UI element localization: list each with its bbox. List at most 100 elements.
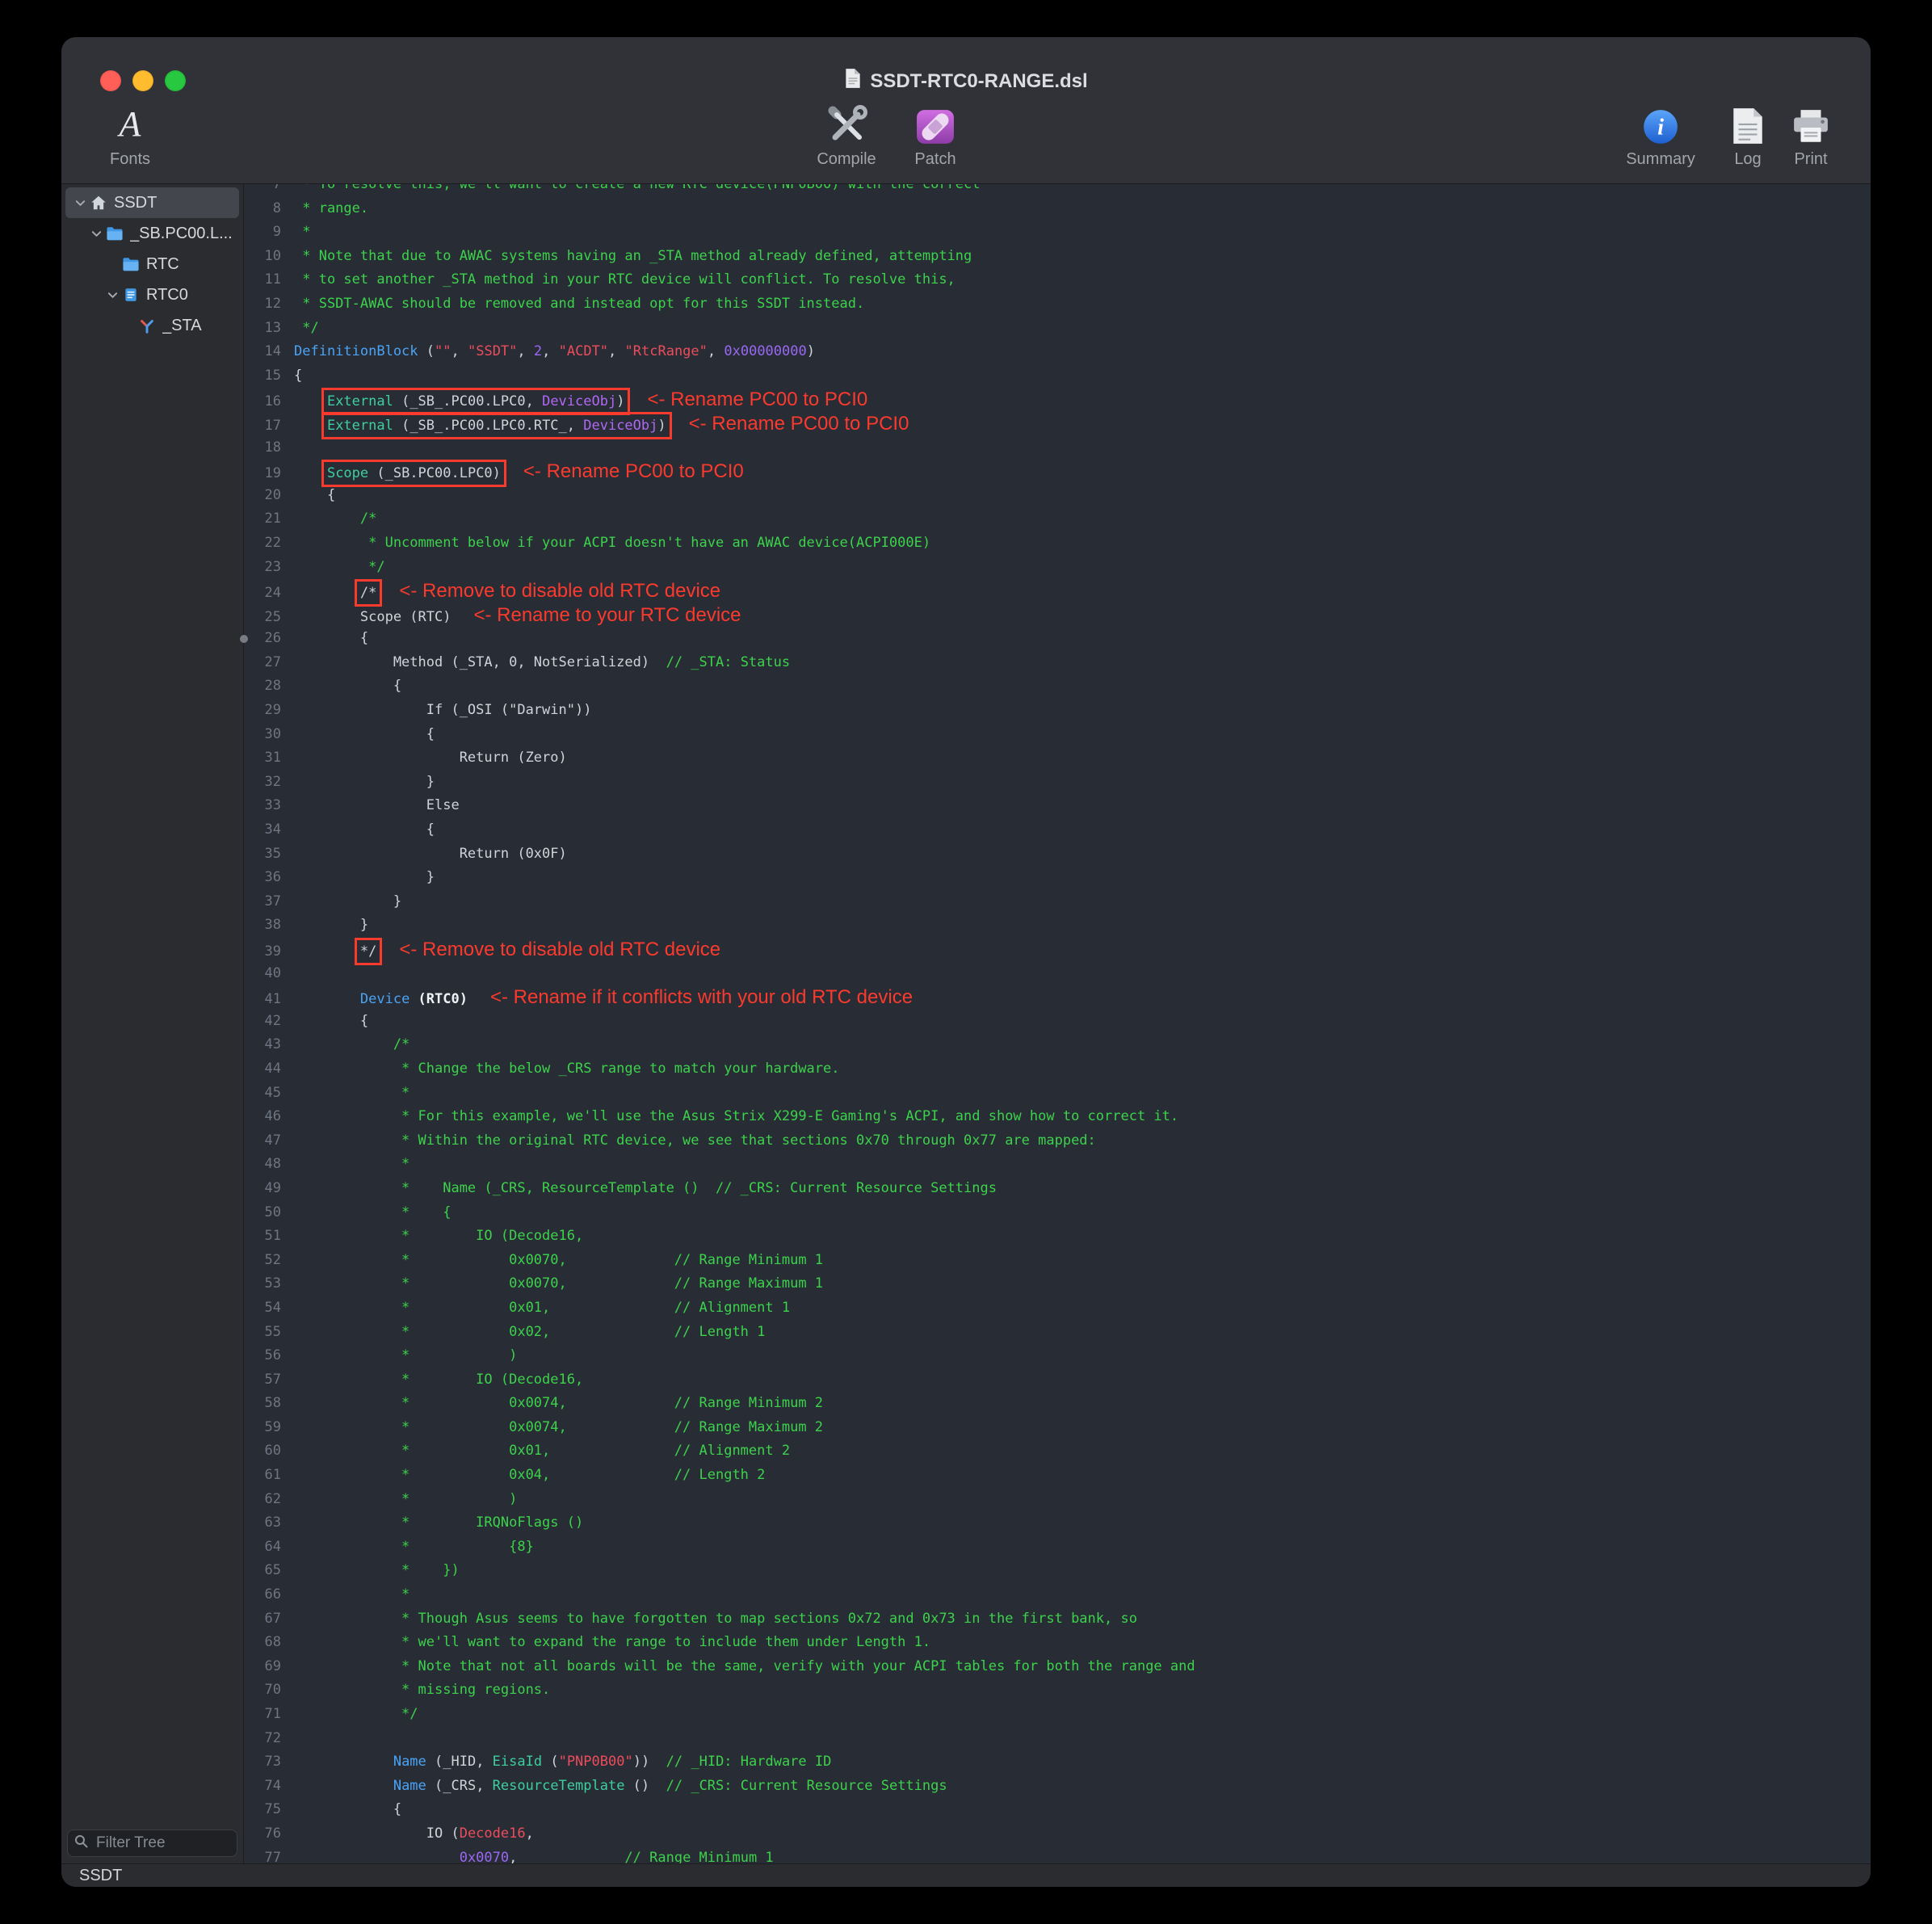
code-line[interactable]: 42 { (244, 1010, 1871, 1034)
code-line[interactable]: 58 * 0x0074, // Range Minimum 2 (244, 1392, 1871, 1416)
code-line[interactable]: 39 */<- Remove to disable old RTC device (244, 938, 1871, 962)
chevron-down-icon[interactable] (72, 197, 88, 209)
code-line[interactable]: 46 * For this example, we'll use the Asu… (244, 1105, 1871, 1129)
code-line[interactable]: 38 } (244, 914, 1871, 938)
splitter-handle[interactable] (240, 635, 248, 643)
code-line[interactable]: 20 { (244, 484, 1871, 508)
line-number: 21 (244, 507, 294, 531)
code-line[interactable]: 36 } (244, 866, 1871, 890)
code-line[interactable]: 49 * Name (_CRS, ResourceTemplate () // … (244, 1177, 1871, 1201)
code-line[interactable]: 64 * {8} (244, 1535, 1871, 1560)
code-line[interactable]: 77 0x0070, // Range Minimum 1 (244, 1846, 1871, 1863)
line-number: 11 (244, 268, 294, 292)
code-line[interactable]: 53 * 0x0070, // Range Maximum 1 (244, 1272, 1871, 1296)
code-line[interactable]: 30 { (244, 723, 1871, 747)
code-line[interactable]: 60 * 0x01, // Alignment 2 (244, 1439, 1871, 1464)
code-line[interactable]: 66 * (244, 1583, 1871, 1607)
code-line[interactable]: 34 { (244, 818, 1871, 842)
code-line[interactable]: 40 (244, 962, 1871, 986)
code-line[interactable]: 43 /* (244, 1033, 1871, 1057)
code-line[interactable]: 14DefinitionBlock ("", "SSDT", 2, "ACDT"… (244, 340, 1871, 364)
code-line[interactable]: 31 Return (Zero) (244, 746, 1871, 771)
code-segment: // _HID: Hardware ID (666, 1754, 832, 1770)
code-line[interactable]: 59 * 0x0074, // Range Maximum 2 (244, 1416, 1871, 1440)
code-line[interactable]: 28 { (244, 674, 1871, 699)
code-line[interactable]: 75 { (244, 1798, 1871, 1822)
sidebar-item-ssdt[interactable]: SSDT (65, 187, 239, 218)
code-line[interactable]: 48 * (244, 1153, 1871, 1177)
code-line[interactable]: 25 Scope (RTC)<- Rename to your RTC devi… (244, 603, 1871, 628)
code-line[interactable]: 15{ (244, 364, 1871, 389)
code-line[interactable]: 50 * { (244, 1201, 1871, 1225)
code-line[interactable]: 23 */ (244, 556, 1871, 580)
code-segment: (_HID, (426, 1754, 493, 1770)
code-line[interactable]: 52 * 0x0070, // Range Minimum 1 (244, 1249, 1871, 1273)
sidebar-item-rtc0[interactable]: RTC0 (65, 279, 239, 310)
code-line[interactable]: 16 External (_SB_.PC00.LPC0, DeviceObj)<… (244, 388, 1871, 412)
code-line[interactable]: 32 } (244, 771, 1871, 795)
chevron-down-icon[interactable] (88, 228, 104, 240)
code-line[interactable]: 21 /* (244, 507, 1871, 531)
line-number: 23 (244, 556, 294, 580)
code-line[interactable]: 45 * (244, 1082, 1871, 1106)
code-line[interactable]: 24 /*<- Remove to disable old RTC device (244, 579, 1871, 603)
code-line[interactable]: 76 IO (Decode16, (244, 1822, 1871, 1846)
code-segment: * {8} (294, 1539, 534, 1555)
code-line[interactable]: 7 * To resolve this, we'll want to creat… (244, 184, 1871, 197)
code-line[interactable]: 29 If (_OSI ("Darwin")) (244, 699, 1871, 723)
code-line[interactable]: 55 * 0x02, // Length 1 (244, 1321, 1871, 1345)
code-line[interactable]: 54 * 0x01, // Alignment 1 (244, 1296, 1871, 1321)
filter-tree-input[interactable] (94, 1834, 230, 1853)
code-line[interactable]: 22 * Uncomment below if your ACPI doesn'… (244, 531, 1871, 556)
code-segment: 0x0070 (460, 1850, 509, 1863)
code-line[interactable]: 72 (244, 1727, 1871, 1751)
fonts-button[interactable]: A Fonts (74, 100, 187, 169)
line-number: 37 (244, 890, 294, 914)
code-line[interactable]: 68 * we'll want to expand the range to i… (244, 1631, 1871, 1655)
code-editor[interactable]: 7 * To resolve this, we'll want to creat… (244, 184, 1871, 1863)
code-line[interactable]: 8 * range. (244, 197, 1871, 221)
code-line[interactable]: 65 * }) (244, 1559, 1871, 1583)
code-line[interactable]: 9 * (244, 221, 1871, 245)
code-line[interactable]: 35 Return (0x0F) (244, 842, 1871, 867)
code-line[interactable]: 44 * Change the below _CRS range to matc… (244, 1057, 1871, 1082)
code-line[interactable]: 61 * 0x04, // Length 2 (244, 1464, 1871, 1488)
code-line[interactable]: 12 * SSDT-AWAC should be removed and ins… (244, 292, 1871, 317)
code-segment: Else (294, 797, 460, 813)
code-line[interactable]: 11 * to set another _STA method in your … (244, 268, 1871, 292)
chevron-down-icon[interactable] (104, 289, 120, 301)
print-button[interactable]: Print (1754, 100, 1867, 169)
sidebar-item-rtc[interactable]: RTC (65, 249, 239, 279)
code-line[interactable]: 37 } (244, 890, 1871, 914)
code-segment: () (624, 1778, 666, 1794)
code-line[interactable]: 18 (244, 436, 1871, 460)
code-segment: External (327, 393, 393, 410)
code-line[interactable]: 27 Method (_STA, 0, NotSerialized) // _S… (244, 651, 1871, 675)
code-line[interactable]: 69 * Note that not all boards will be th… (244, 1655, 1871, 1679)
filter-field[interactable] (67, 1829, 237, 1857)
code-line[interactable]: 10 * Note that due to AWAC systems havin… (244, 245, 1871, 269)
code-line[interactable]: 41 Device (RTC0)<- Rename if it conflict… (244, 985, 1871, 1010)
code-line[interactable]: 33 Else (244, 794, 1871, 818)
code-line[interactable]: 47 * Within the original RTC device, we … (244, 1129, 1871, 1153)
code-line[interactable]: 63 * IRQNoFlags () (244, 1511, 1871, 1535)
code-line[interactable]: 13 */ (244, 317, 1871, 341)
code-line[interactable]: 51 * IO (Decode16, (244, 1225, 1871, 1249)
code-segment: Scope (327, 465, 368, 481)
patch-button[interactable]: Patch (879, 100, 992, 169)
code-line[interactable]: 70 * missing regions. (244, 1678, 1871, 1703)
code-line[interactable]: 74 Name (_CRS, ResourceTemplate () // _C… (244, 1775, 1871, 1799)
code-line[interactable]: 67 * Though Asus seems to have forgotten… (244, 1607, 1871, 1632)
code-line[interactable]: 57 * IO (Decode16, (244, 1368, 1871, 1393)
code-line[interactable]: 62 * ) (244, 1488, 1871, 1512)
code-line[interactable]: 71 */ (244, 1703, 1871, 1727)
code-line[interactable]: 19 Scope (_SB.PC00.LPC0)<- Rename PC00 t… (244, 460, 1871, 484)
code-line[interactable]: 17 External (_SB_.PC00.LPC0.RTC_, Device… (244, 412, 1871, 436)
code-segment: (_CRS, (426, 1778, 493, 1794)
sidebar-item-sta[interactable]: _STA (65, 310, 239, 341)
code-segment: * 0x01, // Alignment 2 (294, 1443, 790, 1459)
sidebar-item-sb-pc00-l[interactable]: _SB.PC00.L... (65, 218, 239, 249)
code-line[interactable]: 56 * ) (244, 1344, 1871, 1368)
code-line[interactable]: 26 { (244, 627, 1871, 651)
code-line[interactable]: 73 Name (_HID, EisaId ("PNP0B00")) // _H… (244, 1750, 1871, 1775)
